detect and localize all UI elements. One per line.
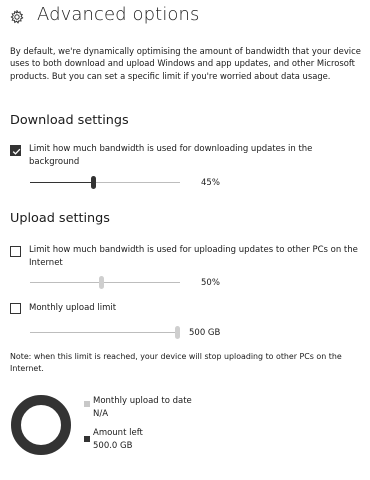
download-slider-value: 45% xyxy=(201,178,220,188)
download-limit-label: Limit how much bandwidth is used for dow… xyxy=(29,144,313,167)
gear-icon xyxy=(10,10,24,24)
amount-left-label: Amount left xyxy=(93,428,143,438)
monthly-upload-legend-swatch xyxy=(84,401,90,407)
page-title: Advanced options xyxy=(37,4,200,25)
download-slider-track[interactable] xyxy=(30,182,180,183)
upload-slider-thumb[interactable] xyxy=(99,276,104,289)
monthly-upload-slider-value: 500 GB xyxy=(189,328,221,338)
download-limit-checkbox[interactable] xyxy=(10,145,21,156)
intro-text: By default, we're dynamically optimising… xyxy=(10,46,361,81)
monthly-upload-slider-thumb[interactable] xyxy=(175,326,180,339)
upload-limit-checkbox[interactable] xyxy=(10,246,21,257)
amount-left-value: 500.0 GB xyxy=(93,441,133,451)
upload-slider-value: 50% xyxy=(201,278,220,288)
monthly-upload-limit-checkbox[interactable] xyxy=(10,303,21,314)
upload-limit-label: Limit how much bandwidth is used for upl… xyxy=(29,245,358,268)
amount-left-ring xyxy=(11,395,71,455)
download-slider-thumb[interactable] xyxy=(91,176,96,189)
download-settings-heading: Download settings xyxy=(10,113,129,128)
monthly-upload-slider-track[interactable] xyxy=(30,332,180,333)
upload-usage-donut-chart xyxy=(11,395,71,455)
upload-settings-heading: Upload settings xyxy=(10,211,110,226)
download-slider-fill xyxy=(30,182,94,183)
upload-slider-track[interactable] xyxy=(30,282,180,283)
upload-limit-note: Note: when this limit is reached, your d… xyxy=(10,352,342,373)
monthly-upload-limit-label: Monthly upload limit xyxy=(29,303,117,313)
amount-left-legend-swatch xyxy=(84,436,90,442)
monthly-upload-label: Monthly upload to date xyxy=(93,396,192,406)
monthly-upload-value: N/A xyxy=(93,409,109,419)
checkmark-icon xyxy=(12,148,21,155)
